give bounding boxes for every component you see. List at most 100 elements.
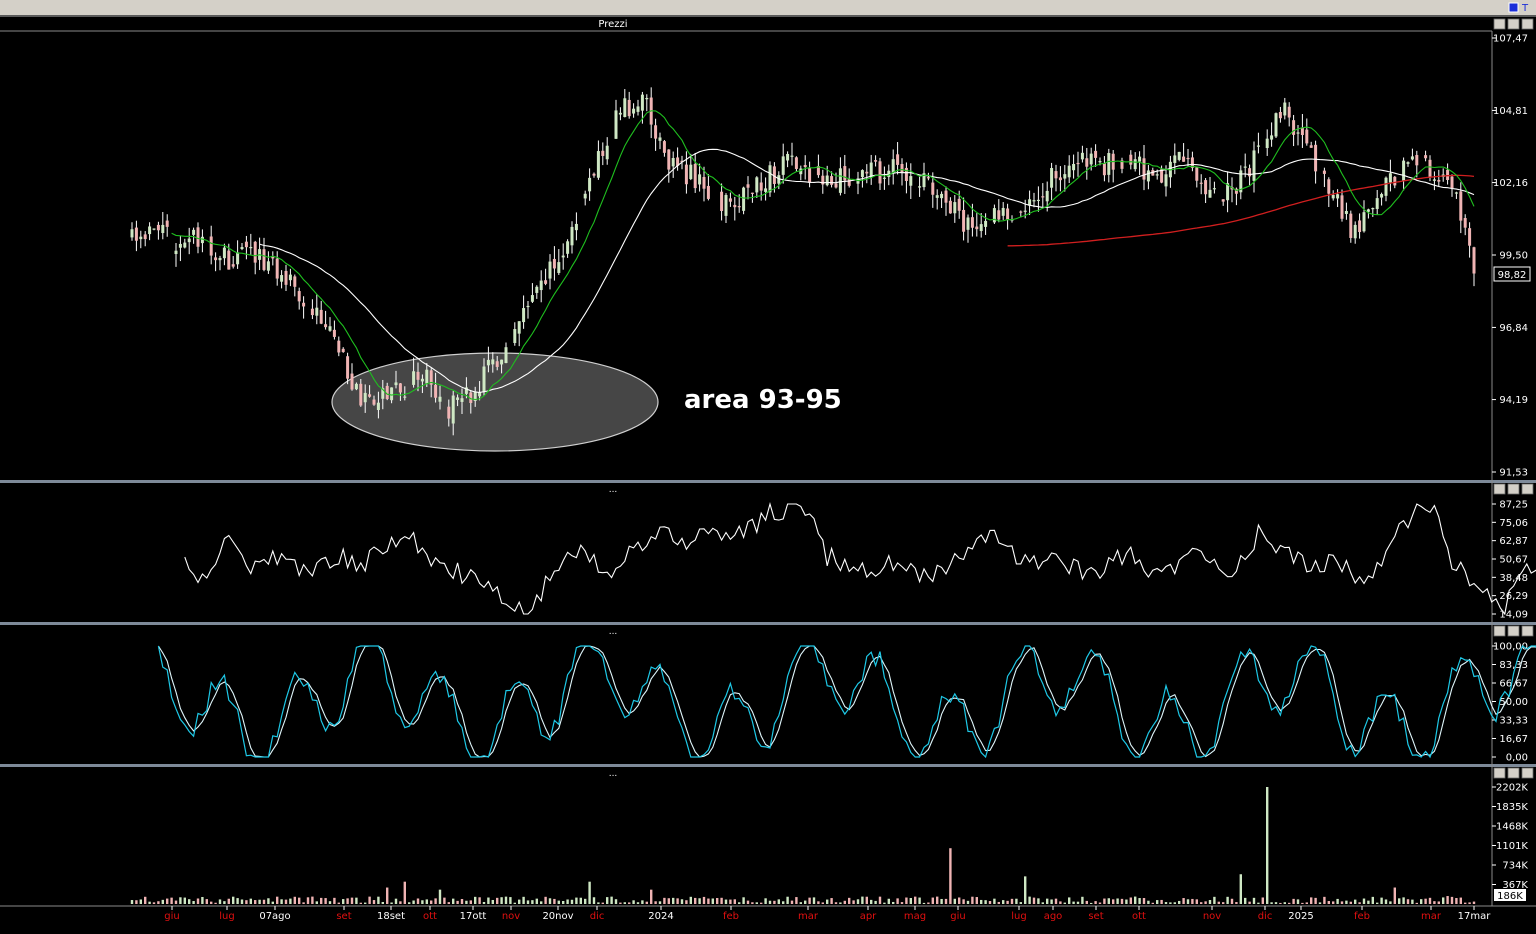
window-close-icon[interactable]: [1521, 483, 1534, 495]
x-axis-label: feb: [1354, 911, 1370, 922]
candle-body: [1138, 156, 1142, 162]
candle-body: [931, 182, 935, 195]
volume-bar: [680, 899, 684, 904]
volume-bar: [1015, 898, 1018, 904]
candle-body: [1278, 112, 1282, 119]
window-maximize-icon[interactable]: [1507, 767, 1520, 779]
volume-bar: [1028, 896, 1031, 904]
y-axes: 107,47 104,81 102,16 99,50 96,84 94,19 91,53 87…: [1492, 34, 1528, 891]
window-close-icon[interactable]: [1521, 767, 1534, 779]
volume-bar: [900, 902, 904, 904]
candle-body: [288, 274, 292, 281]
volume-bar: [1213, 896, 1216, 904]
candle-body: [1177, 151, 1181, 160]
volume-bar: [786, 896, 789, 904]
volume-bar: [487, 897, 490, 904]
candle-body: [1208, 189, 1212, 198]
volume-bar: [456, 900, 459, 904]
candle-body: [1058, 177, 1062, 181]
volume-bar: [1138, 898, 1141, 904]
candle-body: [790, 155, 794, 157]
pane-drag-handle: ...: [609, 769, 618, 779]
candle-body: [948, 200, 952, 214]
candle-body: [456, 397, 460, 400]
window-restore-icon[interactable]: [1493, 625, 1506, 637]
x-axis-label: mar: [798, 911, 819, 922]
x-axis-label: giu: [164, 911, 179, 922]
volume-bar: [1349, 901, 1352, 904]
volume-bar: [236, 898, 239, 904]
candle-body: [724, 195, 728, 216]
candle-body: [838, 168, 842, 193]
candle-body: [759, 182, 763, 191]
window-restore-icon[interactable]: [1508, 2, 1519, 13]
chart-canvas: T Prezzi ......... 107,47 104,81 102,16 99,…: [0, 0, 1536, 922]
candlestick-series: [130, 87, 1476, 436]
candle-body: [1094, 150, 1098, 158]
volume-bar: [944, 898, 948, 904]
candle-body: [130, 229, 134, 238]
window-restore-icon[interactable]: [1493, 483, 1506, 495]
candle-body: [332, 329, 336, 337]
volume-bar: [742, 897, 745, 904]
oscillator-axis-tick-label: 14,09: [1499, 610, 1528, 621]
price-axis-tick-label: 91,53: [1499, 468, 1528, 479]
candle-body: [909, 176, 913, 186]
volume-bar: [694, 897, 697, 904]
volume-bar: [592, 897, 596, 904]
volume-bar: [271, 901, 274, 904]
window-close-icon[interactable]: [1521, 18, 1534, 30]
candle-body: [786, 153, 790, 161]
volume-bar: [298, 897, 301, 904]
volume-bar: [355, 897, 358, 904]
price-axis-tick-label: 107,47: [1493, 34, 1528, 45]
volume-bar: [931, 897, 934, 904]
volume-bar: [460, 898, 464, 904]
candle-body: [698, 174, 702, 185]
window-maximize-icon[interactable]: [1507, 18, 1520, 30]
volume-bar: [1411, 899, 1414, 904]
volume-bar: [522, 896, 525, 904]
volume-bar: [201, 896, 204, 904]
oscillator-axis-tick-label: 26,29: [1499, 591, 1528, 602]
candle-body: [750, 192, 754, 194]
candle-body: [161, 224, 165, 234]
candle-body: [165, 220, 169, 227]
candle-body: [1221, 199, 1225, 202]
volume-bar: [698, 898, 701, 904]
volume-bar: [192, 901, 195, 904]
volume-bar: [1129, 897, 1132, 904]
volume-bar: [526, 900, 530, 904]
candle-body: [1256, 145, 1260, 147]
volume-bar: [421, 900, 424, 904]
candle-body: [645, 98, 649, 100]
candle-body: [244, 241, 248, 248]
volume-bar: [557, 900, 560, 904]
volume-bar: [848, 897, 851, 904]
window-restore-icon[interactable]: [1493, 18, 1506, 30]
candle-body: [1380, 194, 1384, 198]
volume-bar: [672, 897, 675, 904]
volume-bar: [1301, 902, 1304, 904]
candle-body: [1195, 167, 1199, 181]
window-maximize-icon[interactable]: [1507, 483, 1520, 495]
window-restore-icon[interactable]: [1493, 767, 1506, 779]
ma-short-line: [171, 110, 1475, 401]
volume-bar: [777, 899, 780, 904]
window-maximize-icon[interactable]: [1507, 625, 1520, 637]
volume-bar: [1120, 898, 1124, 904]
x-axis-label: mar: [1421, 911, 1442, 922]
volume-bar: [1235, 902, 1238, 904]
candle-body: [262, 249, 266, 270]
x-axis-label: 17ott: [460, 911, 487, 922]
annotation-label: area 93-95: [684, 385, 842, 415]
volume-bar: [1002, 900, 1005, 904]
volume-bar: [496, 897, 499, 904]
volume-bar: [1428, 897, 1432, 904]
volume-bar: [1151, 902, 1154, 904]
volume-bar: [540, 901, 543, 904]
volume-bar: [676, 898, 679, 904]
window-close-icon[interactable]: [1521, 625, 1534, 637]
candle-body: [310, 308, 314, 316]
x-axis-label: giu: [950, 911, 965, 922]
